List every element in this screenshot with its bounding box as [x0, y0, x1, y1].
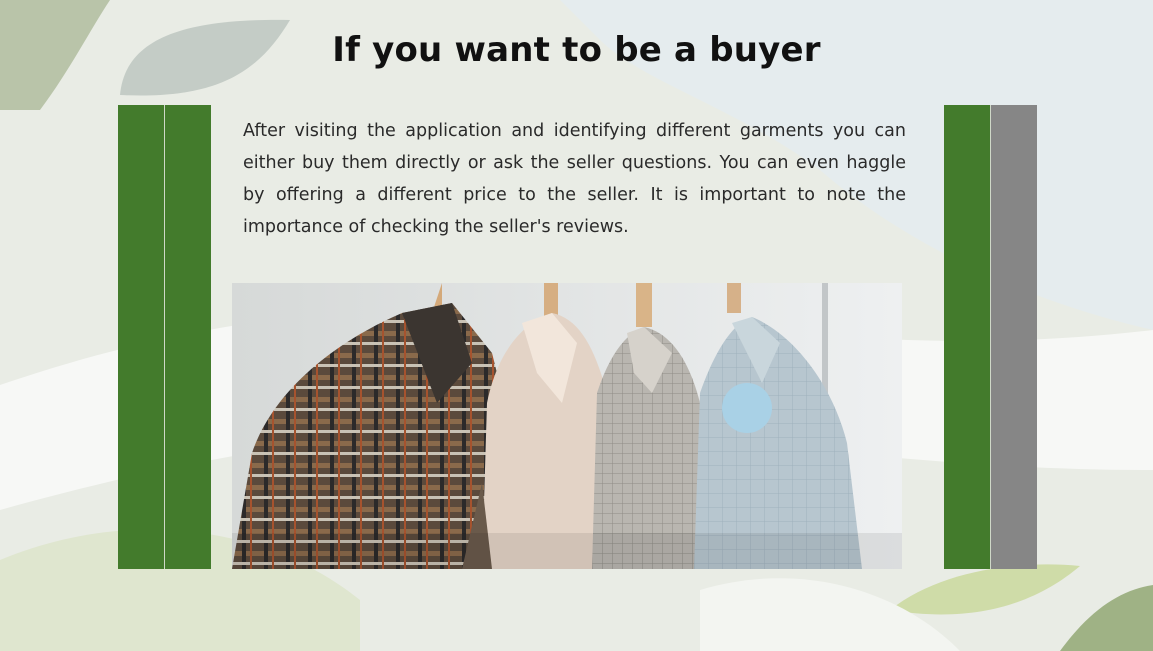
slide-body-text: After visiting the application and ident… — [243, 121, 906, 237]
green-bar-left-outer — [118, 105, 164, 569]
garments-on-hangers-photo — [232, 283, 902, 569]
slide-title: If you want to be a buyer — [332, 30, 821, 70]
bar-divider — [164, 105, 165, 569]
gray-bar-right — [991, 105, 1037, 569]
bar-divider — [990, 105, 991, 569]
green-bar-left-inner — [165, 105, 211, 569]
green-bar-right — [944, 105, 990, 569]
slide: If you want to be a buyer After visiting… — [0, 0, 1153, 651]
